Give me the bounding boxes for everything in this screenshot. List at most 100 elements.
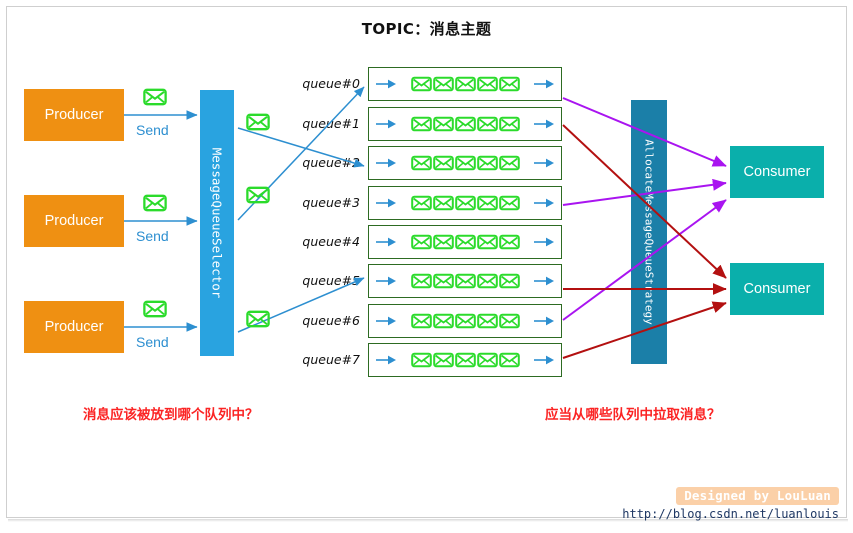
- message-queue-selector-label: MessageQueueSelector: [209, 147, 225, 299]
- in-flight-message-selector-3: [246, 310, 270, 333]
- queue-flow-arrow-icon: [534, 237, 554, 247]
- queue-label-7: queue#7: [302, 352, 360, 367]
- envelope-icon: [476, 273, 498, 289]
- question-left: 消息应该被放到哪个队列中？: [83, 407, 259, 423]
- in-flight-message-selector-2: [246, 186, 270, 209]
- queue-messages: [410, 76, 520, 92]
- consumer-label: Consumer: [743, 164, 811, 180]
- queue-messages: [410, 273, 520, 289]
- question-right: 应当从哪些队列中拉取消息？: [545, 407, 721, 423]
- credit-url: http://blog.csdn.net/luanlouis: [622, 507, 839, 521]
- queue-label-6: queue#6: [302, 313, 360, 328]
- envelope-icon: [498, 273, 520, 289]
- envelope-icon: [410, 76, 432, 92]
- envelope-icon: [432, 195, 454, 211]
- queue-flow-arrow-icon: [534, 158, 554, 168]
- queue-flow-arrow-icon: [376, 79, 396, 89]
- envelope-icon: [454, 313, 476, 329]
- envelope-icon: [498, 116, 520, 132]
- consumer-box-2: Consumer: [730, 263, 824, 315]
- queue-label-3: queue#3: [302, 195, 360, 210]
- queue-label-0: queue#0: [302, 76, 360, 91]
- queue-messages: [410, 195, 520, 211]
- queue-flow-arrow-icon: [376, 316, 396, 326]
- envelope-icon: [410, 116, 432, 132]
- queue-flow-arrow-icon: [376, 198, 396, 208]
- send-label-2: Send: [136, 228, 169, 244]
- queue-flow-arrow-icon: [534, 198, 554, 208]
- queue-label-2: queue#2: [302, 155, 360, 170]
- queue-messages: [410, 155, 520, 171]
- message-queue-selector-box: MessageQueueSelector: [200, 90, 234, 356]
- queue-box-7: [368, 343, 562, 377]
- queue-flow-arrow-icon: [376, 158, 396, 168]
- queue-label-5: queue#5: [302, 273, 360, 288]
- envelope-icon: [476, 116, 498, 132]
- send-label-1: Send: [136, 122, 169, 138]
- consumer-label: Consumer: [743, 281, 811, 297]
- envelope-icon: [454, 116, 476, 132]
- envelope-icon: [476, 234, 498, 250]
- queue-flow-arrow-icon: [534, 276, 554, 286]
- in-flight-message-selector-1: [246, 113, 270, 136]
- credit-author: Designed by LouLuan: [676, 487, 839, 505]
- envelope-icon: [498, 313, 520, 329]
- queue-box-2: [368, 146, 562, 180]
- envelope-icon: [432, 234, 454, 250]
- queue-messages: [410, 116, 520, 132]
- envelope-icon: [454, 155, 476, 171]
- envelope-icon: [432, 273, 454, 289]
- queue-flow-arrow-icon: [534, 119, 554, 129]
- envelope-icon: [498, 155, 520, 171]
- envelope-icon: [246, 113, 270, 131]
- envelope-icon: [476, 76, 498, 92]
- queue-box-6: [368, 304, 562, 338]
- envelope-icon: [410, 273, 432, 289]
- send-label-3: Send: [136, 334, 169, 350]
- queue-flow-arrow-icon: [534, 316, 554, 326]
- queue-flow-arrow-icon: [534, 79, 554, 89]
- envelope-icon: [498, 76, 520, 92]
- envelope-icon: [410, 352, 432, 368]
- queue-flow-arrow-icon: [376, 237, 396, 247]
- envelope-icon: [454, 352, 476, 368]
- envelope-icon: [476, 352, 498, 368]
- queue-messages: [410, 234, 520, 250]
- queue-messages: [410, 352, 520, 368]
- queue-flow-arrow-icon: [376, 276, 396, 286]
- envelope-icon: [246, 186, 270, 204]
- allocate-message-queue-strategy-box: AllocateMessageQueueStrategy: [631, 100, 667, 364]
- queue-box-0: [368, 67, 562, 101]
- allocate-message-queue-strategy-label: AllocateMessageQueueStrategy: [642, 139, 656, 325]
- envelope-icon: [410, 234, 432, 250]
- queue-box-3: [368, 186, 562, 220]
- consumer-box-1: Consumer: [730, 146, 824, 198]
- envelope-icon: [454, 195, 476, 211]
- envelope-icon: [498, 234, 520, 250]
- producer-box-3: Producer: [24, 301, 124, 353]
- envelope-icon: [410, 155, 432, 171]
- page-title: TOPIC：消息主题: [361, 20, 492, 38]
- envelope-icon: [143, 300, 167, 318]
- in-flight-message-producer-1: [143, 88, 167, 111]
- in-flight-message-producer-2: [143, 194, 167, 217]
- queue-flow-arrow-icon: [376, 119, 396, 129]
- envelope-icon: [143, 194, 167, 212]
- producer-box-1: Producer: [24, 89, 124, 141]
- envelope-icon: [246, 310, 270, 328]
- producer-label: Producer: [44, 319, 104, 335]
- envelope-icon: [476, 155, 498, 171]
- envelope-icon: [476, 195, 498, 211]
- envelope-icon: [476, 313, 498, 329]
- envelope-icon: [432, 116, 454, 132]
- queue-flow-arrow-icon: [376, 355, 396, 365]
- envelope-icon: [498, 352, 520, 368]
- envelope-icon: [432, 352, 454, 368]
- envelope-icon: [432, 313, 454, 329]
- envelope-icon: [454, 76, 476, 92]
- envelope-icon: [498, 195, 520, 211]
- producer-label: Producer: [44, 107, 104, 123]
- queue-box-4: [368, 225, 562, 259]
- producer-label: Producer: [44, 213, 104, 229]
- queue-box-1: [368, 107, 562, 141]
